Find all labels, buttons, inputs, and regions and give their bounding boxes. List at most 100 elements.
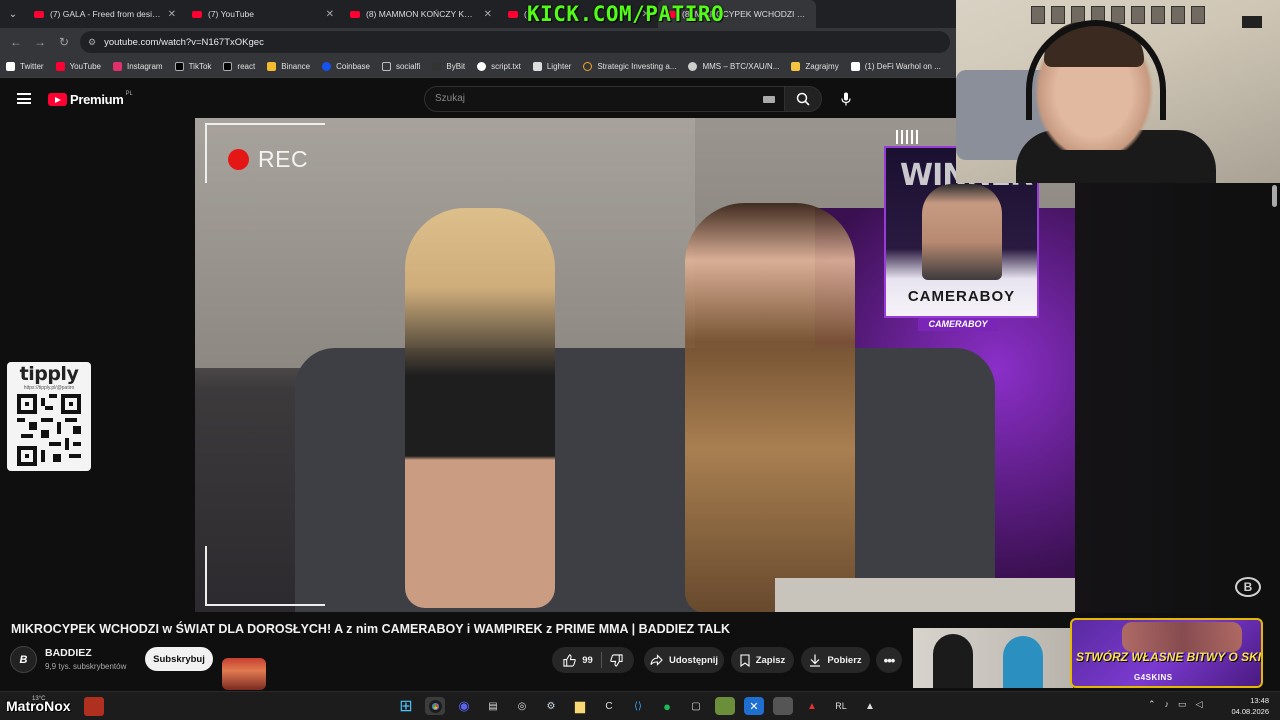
site-settings-icon[interactable]: ⚙: [88, 37, 96, 48]
tiktok-icon: [174, 62, 184, 71]
file-explorer-icon[interactable]: ▆: [570, 697, 590, 715]
tab-close-icon[interactable]: ✕: [484, 9, 492, 20]
tab-youtube[interactable]: (7) YouTube ✕: [184, 0, 342, 28]
fighter-photo: [922, 184, 1002, 280]
bookmark-label: Lighter: [546, 62, 572, 71]
tray-volume-icon[interactable]: ◁: [1196, 699, 1203, 710]
steam-icon[interactable]: ⚙: [541, 697, 561, 715]
bookmark-label: ByBit: [446, 62, 466, 71]
microphone-icon: [841, 92, 851, 106]
bookmark-label: script.txt: [491, 62, 521, 71]
bookmark-youtube[interactable]: YouTube: [55, 62, 101, 71]
tray-network-icon[interactable]: ▭: [1178, 699, 1187, 710]
bookmark-label: react: [237, 62, 256, 71]
bookmark-defi[interactable]: (1) DeFi Warhol on ...: [850, 62, 941, 71]
channel-subscribers: 9,9 tys. subskrybentów: [45, 662, 127, 671]
scrollbar-thumb[interactable]: [1272, 185, 1277, 207]
github-icon: [477, 62, 487, 71]
app-c-icon[interactable]: C: [599, 697, 619, 715]
bookmark-coinbase[interactable]: Coinbase: [322, 62, 370, 71]
tab-gala[interactable]: (7) GALA - Freed from desire [O ✕: [26, 0, 184, 28]
bookmark-mms[interactable]: MMS – BTC/XAU/N...: [688, 62, 779, 71]
app-rl-icon[interactable]: RL: [831, 697, 851, 715]
minecraft-icon[interactable]: [715, 697, 735, 715]
clock[interactable]: 13:48 04.08.2026: [1227, 695, 1269, 717]
bookmark-twitter[interactable]: Twitter: [6, 62, 44, 71]
obs-icon[interactable]: ◎: [512, 697, 532, 715]
tray-mic-icon[interactable]: ♪: [1165, 699, 1170, 710]
app-red-icon[interactable]: ▲: [802, 697, 822, 715]
keyboard-icon[interactable]: [763, 96, 775, 103]
video-sofa: [295, 348, 995, 612]
bookmark-label: MMS – BTC/XAU/N...: [702, 62, 780, 71]
search-input[interactable]: Szukaj: [424, 86, 786, 112]
chrome-icon[interactable]: [425, 697, 445, 715]
menu-icon[interactable]: [17, 93, 31, 104]
tab-close-icon[interactable]: ✕: [168, 9, 176, 20]
discord-icon[interactable]: ◉: [454, 697, 474, 715]
back-icon[interactable]: ←: [4, 35, 28, 49]
bookmark-label: socialfi: [395, 62, 421, 71]
bybit-icon: [432, 62, 442, 71]
tab-close-icon[interactable]: ✕: [326, 9, 334, 20]
voice-search-button[interactable]: [832, 86, 860, 112]
bookmark-zagrajmy[interactable]: Zagrajmy: [791, 62, 839, 71]
channel-avatar[interactable]: B: [10, 646, 37, 673]
thumbs-up-icon: [563, 653, 576, 667]
share-button[interactable]: Udostępnij: [644, 647, 724, 673]
like-dislike-group: 99: [552, 647, 634, 673]
clock-time: 13:48: [1250, 696, 1269, 705]
loading-icon: [583, 62, 593, 71]
reload-icon[interactable]: ↻: [52, 35, 76, 49]
record-dot-icon: [228, 149, 249, 170]
channel-name[interactable]: BADDIEZ: [45, 647, 92, 659]
windows-start-icon[interactable]: ⊞: [396, 697, 416, 715]
zagrajmy-icon: [791, 62, 801, 71]
x-icon: [850, 62, 860, 71]
subscribe-button[interactable]: Subskrybuj: [145, 647, 213, 671]
forward-icon[interactable]: →: [28, 35, 52, 49]
save-button[interactable]: Zapisz: [731, 647, 794, 673]
download-label: Pobierz: [827, 654, 862, 666]
url-field[interactable]: ⚙ youtube.com/watch?v=N167TxOKgec: [80, 31, 950, 53]
binance-icon: [267, 62, 277, 71]
search-button[interactable]: [784, 86, 822, 112]
youtube-premium-logo[interactable]: Premium PL: [48, 91, 133, 107]
app-a-icon[interactable]: ▲: [860, 697, 880, 715]
tipply-logo: tipply: [19, 363, 79, 385]
more-actions-button[interactable]: •••: [876, 647, 902, 673]
bookmark-script[interactable]: script.txt: [477, 62, 521, 71]
notes-icon[interactable]: ▤: [483, 697, 503, 715]
app-square-icon[interactable]: ▢: [686, 697, 706, 715]
baddiez-watermark-icon: B: [1235, 577, 1261, 597]
download-button[interactable]: Pobierz: [801, 647, 870, 673]
promo-brand: G4SKINS: [1134, 673, 1173, 682]
tipply-qr-widget: tipply https://tipply.pl/@patiro: [7, 362, 91, 471]
dislike-button[interactable]: [610, 653, 623, 667]
bookmark-react[interactable]: react: [223, 62, 255, 71]
bookmark-socialfi[interactable]: socialfi: [381, 62, 421, 71]
like-button[interactable]: 99: [563, 653, 593, 667]
bookmark-label: (1) DeFi Warhol on ...: [864, 62, 941, 71]
save-label: Zapisz: [755, 654, 786, 666]
fighter-tag: CAMERABOY: [918, 318, 998, 331]
bookmark-lighter[interactable]: Lighter: [532, 62, 572, 71]
streamer-webcam: [956, 0, 1280, 183]
youtube-icon: [55, 62, 65, 71]
bookmark-tiktok[interactable]: TikTok: [174, 62, 211, 71]
tray-chevron-icon[interactable]: ⌃: [1148, 699, 1156, 710]
app-gray-icon[interactable]: [773, 697, 793, 715]
share-label: Udostępnij: [668, 654, 719, 666]
youtube-favicon-icon: [34, 10, 44, 18]
bookmark-instagram[interactable]: Instagram: [113, 62, 163, 71]
taskbar-apps: ⊞ ◉ ▤ ◎ ⚙ ▆ C ⟨⟩ ● ▢ ✕ ▲ RL ▲: [396, 697, 880, 715]
tab-search-chevron-icon[interactable]: ⌄: [0, 0, 26, 28]
tipply-url: https://tipply.pl/@patiro: [23, 385, 75, 391]
app-x-icon[interactable]: ✕: [744, 697, 764, 715]
bookmark-binance[interactable]: Binance: [267, 62, 310, 71]
bookmark-strategic[interactable]: Strategic Investing a...: [583, 62, 676, 71]
spotify-icon[interactable]: ●: [657, 697, 677, 715]
vscode-icon[interactable]: ⟨⟩: [628, 697, 648, 715]
tab-mammon[interactable]: (8) MAMMON KOŃCZY KARIER ✕: [342, 0, 500, 28]
bookmark-bybit[interactable]: ByBit: [432, 62, 465, 71]
